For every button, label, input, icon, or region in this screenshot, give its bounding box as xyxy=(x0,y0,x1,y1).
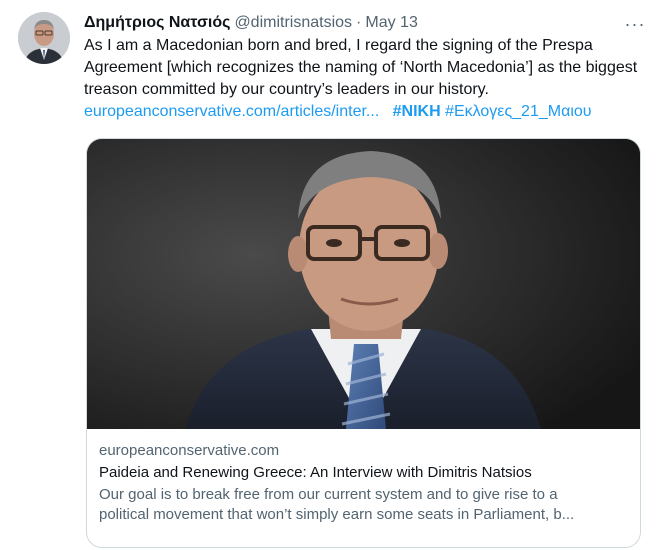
hashtag-elections[interactable]: #Εκλογες_21_Μαιου xyxy=(445,103,591,120)
card-description-line-2: political movement that won’t simply ear… xyxy=(99,506,575,523)
card-domain: europeanconservative.com xyxy=(99,442,280,459)
author-handle[interactable]: @dimitrisnatsios xyxy=(234,12,352,34)
card-title: Paideia and Renewing Greece: An Intervie… xyxy=(99,464,532,481)
avatar[interactable] xyxy=(18,12,70,64)
card-image xyxy=(87,139,640,429)
card-description-line-1: Our goal is to break free from our curre… xyxy=(99,486,558,503)
tweet[interactable]: ··· Δημήτριος Νατσιός @dimitrisnatsios ·… xyxy=(0,0,667,550)
tweet-content: Δημήτριος Νατσιός @dimitrisnatsios · May… xyxy=(84,12,647,123)
tweet-date[interactable]: May 13 xyxy=(365,12,417,34)
card-meta: europeanconservative.com Paideia and Ren… xyxy=(87,429,640,525)
card-description: Our goal is to break free from our curre… xyxy=(99,485,628,525)
link-preview-card[interactable]: europeanconservative.com Paideia and Ren… xyxy=(86,138,641,548)
header-separator: · xyxy=(356,14,362,31)
tweet-text: As I am a Macedonian born and bred, I re… xyxy=(84,35,644,123)
hashtag-niki[interactable]: #ΝΙΚΗ xyxy=(393,103,441,120)
tweet-header: Δημήτριος Νατσιός @dimitrisnatsios · May… xyxy=(84,12,647,34)
tweet-link[interactable]: europeanconservative.com/articles/inter.… xyxy=(84,103,379,120)
avatar-portrait xyxy=(18,12,70,64)
tweet-body: As I am a Macedonian born and bred, I re… xyxy=(84,37,638,98)
author-display-name[interactable]: Δημήτριος Νατσιός xyxy=(84,12,230,34)
